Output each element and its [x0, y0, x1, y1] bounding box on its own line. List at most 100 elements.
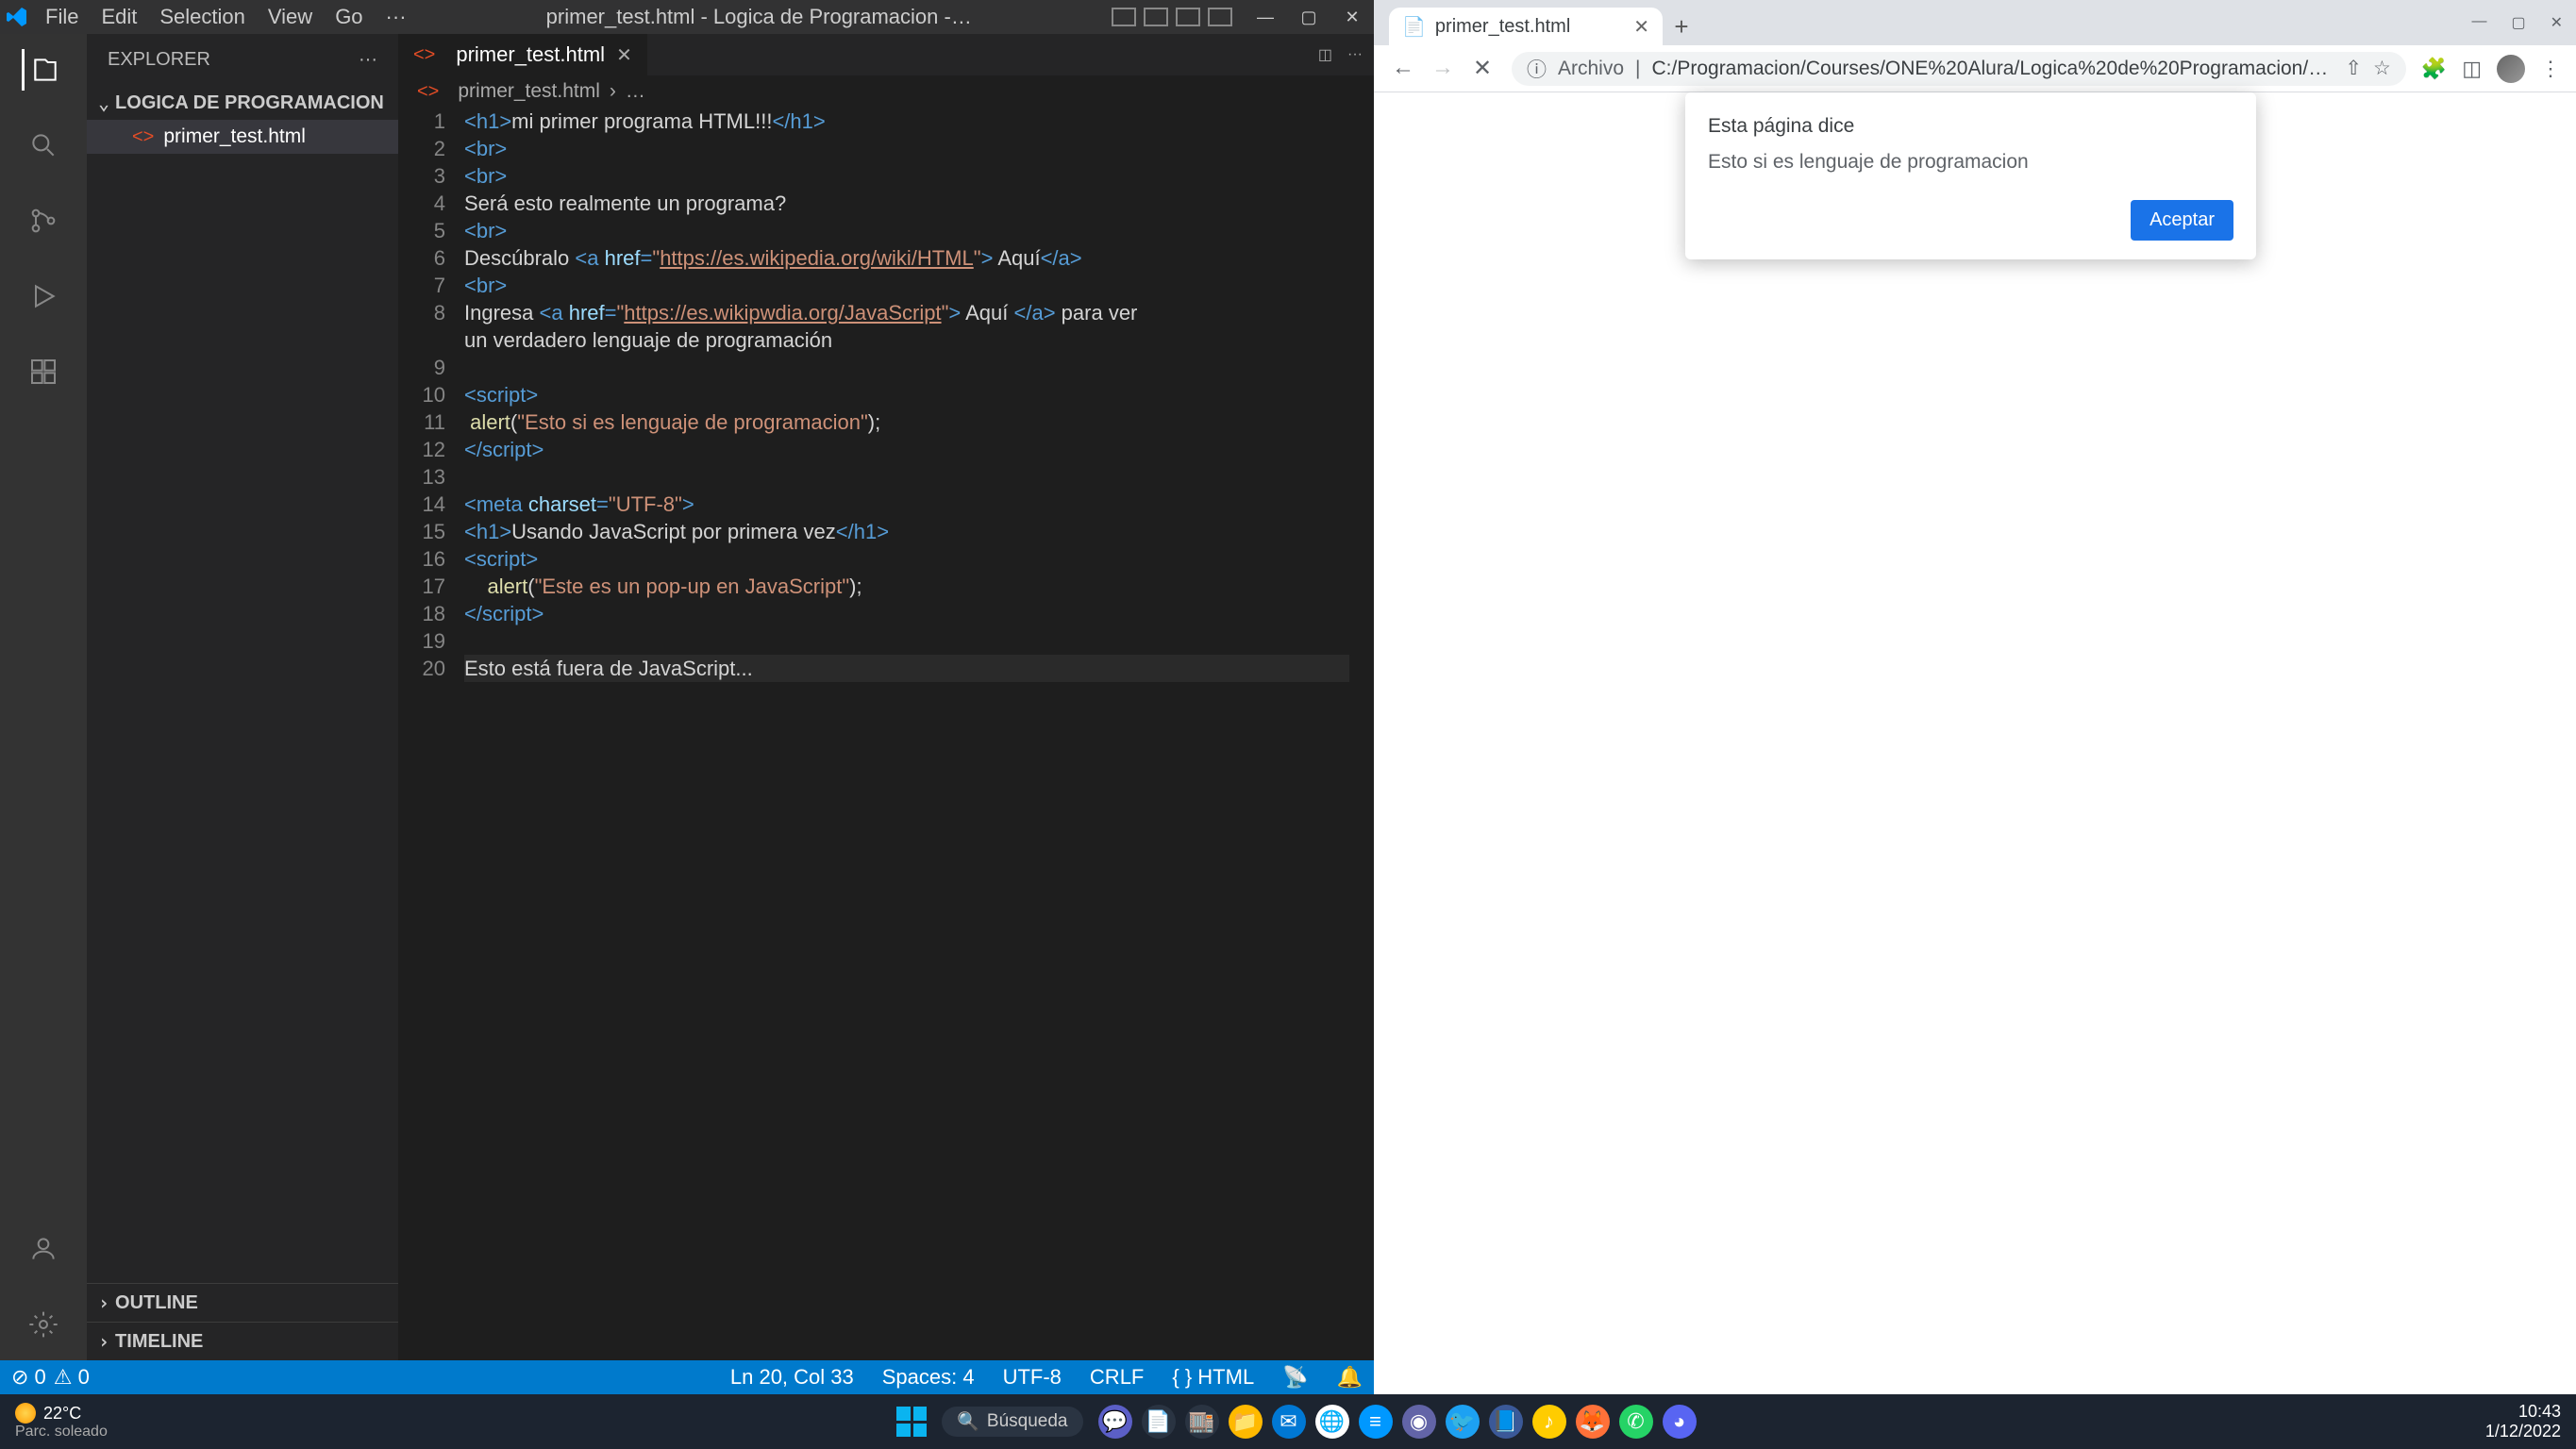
taskbar-app-icon[interactable]: 💬	[1098, 1405, 1132, 1439]
code-editor[interactable]: 1234567891011121314151617181920 <h1>mi p…	[398, 108, 1374, 1360]
windows-taskbar: 22°C Parc. soleado 🔍 Búsqueda 💬 📄 🏬 📁 ✉ 🌐 ≡ ◉ 🐦 📘…	[0, 1394, 2576, 1449]
menu-go[interactable]: Go	[335, 5, 362, 29]
taskbar-app-icon[interactable]: 📄	[1142, 1405, 1176, 1439]
info-icon[interactable]: ⓘ	[1527, 55, 1547, 83]
code-lines[interactable]: <h1>mi primer programa HTML!!!</h1><br><…	[464, 108, 1374, 1360]
taskbar-app-icon[interactable]: ◕	[1663, 1405, 1697, 1439]
window-title: primer_test.html - Logica de Programacio…	[407, 5, 1112, 29]
forward-icon[interactable]: →	[1429, 55, 1457, 82]
win-maximize-icon[interactable]: ▢	[2511, 13, 2525, 32]
explorer-sidebar: EXPLORER ··· ⌄ LOGICA DE PROGRAMACION <>…	[87, 34, 398, 1360]
error-count-icon[interactable]: ⊘ 0	[11, 1365, 46, 1390]
taskbar-app-icon[interactable]: 🌐	[1315, 1405, 1349, 1439]
extensions-icon[interactable]	[23, 351, 64, 392]
back-icon[interactable]: ←	[1389, 55, 1417, 82]
chevron-right-icon: ›	[610, 80, 616, 103]
alert-accept-button[interactable]: Aceptar	[2131, 200, 2233, 241]
menu-view[interactable]: View	[268, 5, 312, 29]
editor-tabs: <> primer_test.html ✕ ◫ ···	[398, 34, 1374, 75]
taskbar-app-icon[interactable]: ♪	[1532, 1405, 1566, 1439]
browser-tab[interactable]: 📄 primer_test.html ✕	[1389, 8, 1663, 45]
weather-widget[interactable]: 22°C Parc. soleado	[0, 1403, 123, 1441]
address-bar[interactable]: ⓘ Archivo | C:/Programacion/Courses/ONE%…	[1512, 52, 2406, 86]
source-control-icon[interactable]	[23, 200, 64, 242]
start-button[interactable]	[896, 1407, 927, 1437]
layout-controls[interactable]	[1112, 8, 1232, 26]
taskbar-app-icon[interactable]: 🦊	[1576, 1405, 1610, 1439]
profile-avatar[interactable]	[2497, 55, 2525, 83]
chrome-toolbar: ← → ✕ ⓘ Archivo | C:/Programacion/Course…	[1374, 45, 2576, 92]
separator: |	[1635, 58, 1640, 80]
taskbar-search[interactable]: 🔍 Búsqueda	[942, 1407, 1082, 1437]
weather-desc: Parc. soleado	[15, 1424, 108, 1441]
tab-close-icon[interactable]: ✕	[1633, 15, 1649, 39]
breadcrumb[interactable]: <> primer_test.html › …	[398, 75, 1374, 108]
language-mode[interactable]: { } HTML	[1172, 1365, 1254, 1390]
sidepanel-icon[interactable]: ◫	[2462, 57, 2482, 81]
minimize-icon[interactable]: —	[1244, 8, 1287, 27]
taskbar-app-icon[interactable]: ≡	[1359, 1405, 1393, 1439]
folder-header[interactable]: ⌄ LOGICA DE PROGRAMACION	[87, 86, 398, 120]
outline-section[interactable]: › OUTLINE	[87, 1283, 398, 1322]
menu-edit[interactable]: Edit	[101, 5, 137, 29]
clock-date: 1/12/2022	[2485, 1422, 2561, 1441]
new-tab-button[interactable]: +	[1663, 8, 1700, 45]
win-minimize-icon[interactable]: —	[2471, 13, 2486, 32]
warning-count-icon[interactable]: ⚠ 0	[54, 1365, 90, 1390]
system-tray[interactable]: 10:43 1/12/2022	[2470, 1402, 2576, 1441]
feedback-icon[interactable]: 📡	[1282, 1365, 1308, 1390]
close-icon[interactable]: ✕	[1330, 8, 1374, 27]
more-icon[interactable]: ···	[359, 49, 377, 71]
more-icon[interactable]: ···	[1347, 46, 1363, 63]
html-file-icon: <>	[417, 81, 439, 103]
vscode-logo-icon	[0, 0, 34, 34]
chrome-tabstrip: 📄 primer_test.html ✕ + — ▢ ✕	[1374, 0, 2576, 45]
taskbar-app-icon[interactable]: 📁	[1229, 1405, 1263, 1439]
taskbar-app-icon[interactable]: 🏬	[1185, 1405, 1219, 1439]
addr-url: C:/Programacion/Courses/ONE%20Alura/Logi…	[1652, 58, 2334, 80]
layout-icon[interactable]	[1144, 8, 1168, 26]
taskbar-app-icon[interactable]: ✉	[1272, 1405, 1306, 1439]
taskbar-app-icon[interactable]: 🐦	[1446, 1405, 1480, 1439]
breadcrumb-rest: …	[626, 80, 645, 103]
chevron-right-icon: ›	[98, 1291, 109, 1314]
win-close-icon[interactable]: ✕	[2551, 13, 2563, 32]
stop-icon[interactable]: ✕	[1468, 55, 1497, 82]
taskbar-app-icon[interactable]: 📘	[1489, 1405, 1523, 1439]
settings-icon[interactable]	[23, 1304, 64, 1345]
tab-close-icon[interactable]: ✕	[616, 43, 632, 67]
indentation[interactable]: Spaces: 4	[882, 1365, 975, 1390]
split-editor-icon[interactable]: ◫	[1318, 45, 1332, 64]
status-bar: ⊘ 0 ⚠ 0 Ln 20, Col 33 Spaces: 4 UTF-8 CR…	[0, 1360, 1374, 1394]
menu-icon[interactable]: ⋮	[2540, 57, 2561, 81]
account-icon[interactable]	[23, 1228, 64, 1270]
timeline-section[interactable]: ›TIMELINE	[87, 1322, 398, 1360]
file-item[interactable]: <> primer_test.html	[87, 120, 398, 154]
share-icon[interactable]: ⇧	[2345, 57, 2362, 80]
section-label: OUTLINE	[115, 1292, 198, 1314]
taskbar-app-icon[interactable]: ✆	[1619, 1405, 1653, 1439]
taskbar-app-icon[interactable]: ◉	[1402, 1405, 1436, 1439]
editor-tab[interactable]: <> primer_test.html ✕	[398, 34, 648, 75]
maximize-icon[interactable]: ▢	[1287, 8, 1330, 27]
extensions-icon[interactable]: 🧩	[2421, 57, 2447, 81]
menu-file[interactable]: File	[45, 5, 78, 29]
explorer-icon[interactable]	[22, 49, 63, 91]
chevron-down-icon: ⌄	[98, 92, 109, 114]
eol[interactable]: CRLF	[1090, 1365, 1144, 1390]
minimap[interactable]	[1349, 108, 1374, 1360]
encoding[interactable]: UTF-8	[1003, 1365, 1062, 1390]
js-alert-dialog: Esta página dice Esto si es lenguaje de …	[1685, 92, 2256, 259]
run-debug-icon[interactable]	[23, 275, 64, 317]
star-icon[interactable]: ☆	[2373, 57, 2391, 80]
search-icon[interactable]	[23, 125, 64, 166]
cursor-position[interactable]: Ln 20, Col 33	[730, 1365, 854, 1390]
page-icon: 📄	[1402, 15, 1426, 39]
menu-more[interactable]: ···	[386, 5, 407, 29]
nav-buttons: ← → ✕	[1381, 55, 1504, 82]
layout-icon[interactable]	[1176, 8, 1200, 26]
bell-icon[interactable]: 🔔	[1337, 1365, 1363, 1390]
layout-icon[interactable]	[1208, 8, 1232, 26]
menu-selection[interactable]: Selection	[159, 5, 245, 29]
layout-icon[interactable]	[1112, 8, 1136, 26]
